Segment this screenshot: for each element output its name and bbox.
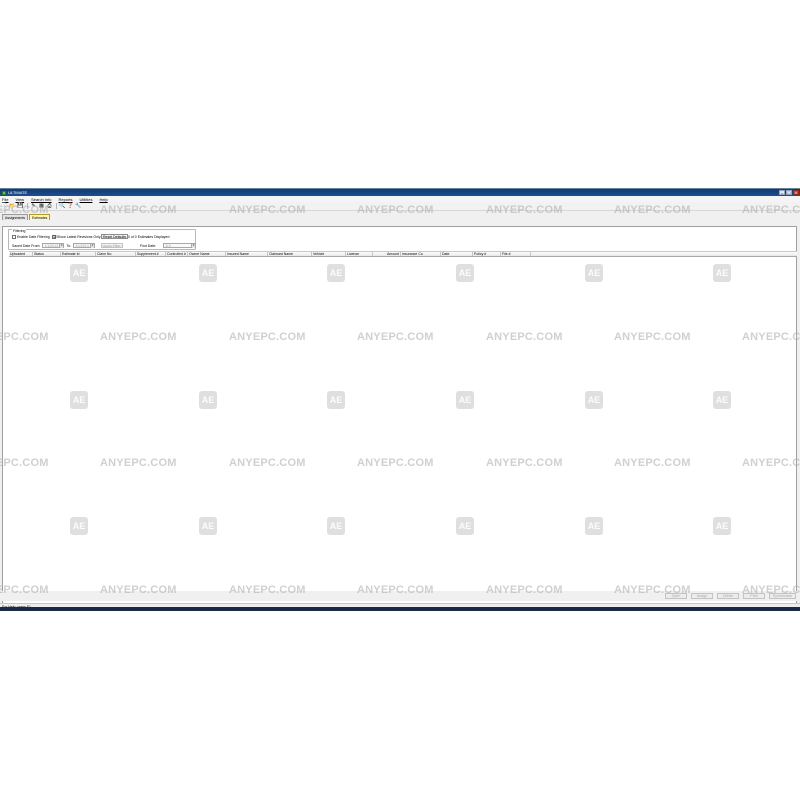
save-icon[interactable]: 💾 <box>17 203 24 209</box>
column-header[interactable]: Insured Name <box>226 252 268 256</box>
column-header-filler <box>531 252 797 256</box>
saved-date-from-label: Saved Date From: <box>12 243 41 248</box>
calculator-icon[interactable]: ▦ <box>38 203 45 209</box>
column-header[interactable]: License <box>346 252 373 256</box>
spinner-icon[interactable]: ▾ <box>191 243 196 248</box>
open-icon[interactable]: 📂 <box>9 203 16 209</box>
date-range-row: Saved Date From: 1/1/2013 ▾ To: 1/1/2013… <box>12 243 96 248</box>
window-title: ULTIMATE <box>8 190 28 195</box>
column-header[interactable]: Amount <box>373 252 401 256</box>
column-header[interactable]: Owner Name <box>188 252 226 256</box>
tools-icon[interactable]: 🔧 <box>75 203 82 209</box>
find-date-value: 1/1/ <box>165 243 171 248</box>
menu-file[interactable]: File <box>2 197 8 202</box>
toolbar: 📄 📂 💾 ✎ ▦ ⎙ 🔍 ❓ 🔧 <box>0 202 800 211</box>
enable-date-filter-checkbox[interactable] <box>12 235 16 239</box>
column-header[interactable]: File # <box>501 252 531 256</box>
column-header[interactable]: Claim No <box>96 252 136 256</box>
footer-button-bar: Open Assign Delete Print Synchronize <box>0 591 800 601</box>
show-latest-checkbox[interactable]: ☑ <box>52 235 57 239</box>
menu-utilities[interactable]: Utilities <box>80 197 93 202</box>
saved-date-from-field[interactable]: 1/1/2013 ▾ <box>42 243 65 248</box>
estimate-count: 0 of 0 Estimates Displayed <box>128 235 170 239</box>
reset-row: Reset Defaults <box>101 234 128 239</box>
search-icon[interactable]: 🔍 <box>59 203 66 209</box>
maximize-button[interactable]: □ <box>786 190 792 195</box>
column-header[interactable]: Vehicle <box>312 252 346 256</box>
column-header[interactable]: Supplement # <box>136 252 166 256</box>
column-header[interactable]: Estimate Id <box>61 252 96 256</box>
enable-date-filter-label: Enable Date Filtering <box>17 235 50 239</box>
close-button[interactable]: × <box>793 190 799 195</box>
saved-date-to-field[interactable]: 1/1/2013 ▾ <box>73 243 96 248</box>
open-button[interactable]: Open <box>665 593 687 599</box>
enable-date-filter-row: Enable Date Filtering <box>12 235 50 239</box>
tab-strip: Assignments Estimates <box>0 213 800 220</box>
screen: ULTIMATE – □ × File View Search Info Rep… <box>0 0 800 800</box>
count-row: 0 of 0 Estimates Displayed <box>128 235 169 239</box>
filter-legend: Filtering <box>12 229 27 233</box>
toolbar-separator <box>27 203 28 209</box>
help-icon[interactable]: ❓ <box>67 203 74 209</box>
print-icon[interactable]: ⎙ <box>46 203 53 209</box>
synchronize-button[interactable]: Synchronize <box>769 593 796 599</box>
delete-button[interactable]: Delete <box>717 593 739 599</box>
column-header[interactable]: Insurance Co <box>401 252 441 256</box>
column-header[interactable]: Uploaded <box>9 252 33 256</box>
tab-assignments[interactable]: Assignments <box>2 214 29 220</box>
bottom-strip <box>0 607 800 611</box>
apply-filter-button[interactable]: Apply Filter <box>101 243 123 248</box>
edit-icon[interactable]: ✎ <box>30 203 37 209</box>
estimates-panel: Filtering Enable Date Filtering ☑ Show L… <box>2 226 797 606</box>
menu-search-info[interactable]: Search Info <box>31 197 51 202</box>
app-window: ULTIMATE – □ × File View Search Info Rep… <box>0 188 800 611</box>
show-latest-label: Show Latest Revisions Only <box>57 235 101 239</box>
column-header[interactable]: Controlled # <box>166 252 188 256</box>
tab-estimates[interactable]: Estimates <box>29 214 51 220</box>
column-header[interactable]: Policy # <box>473 252 501 256</box>
print-button[interactable]: Print <box>743 593 765 599</box>
column-header[interactable]: Date <box>441 252 473 256</box>
assign-button[interactable]: Assign <box>691 593 713 599</box>
find-date-field[interactable]: 1/1/ ▾ <box>163 243 197 248</box>
app-icon <box>2 190 6 195</box>
menu-reports[interactable]: Reports <box>59 197 73 202</box>
toolbar-separator <box>56 203 57 209</box>
calendar-dropdown-icon[interactable]: ▾ <box>59 243 64 248</box>
column-header[interactable]: Claimant Name <box>268 252 312 256</box>
reset-defaults-button[interactable]: Reset Defaults <box>101 234 128 239</box>
menu-view[interactable]: View <box>15 197 24 202</box>
filter-group: Filtering Enable Date Filtering ☑ Show L… <box>8 229 197 250</box>
column-header[interactable]: Status <box>33 252 61 256</box>
calendar-dropdown-icon[interactable]: ▾ <box>90 243 95 248</box>
saved-date-from-value: 1/1/2013 <box>44 243 59 248</box>
minimize-button[interactable]: – <box>779 190 785 195</box>
apply-row: Apply Filter <box>101 243 123 248</box>
show-latest-row: ☑ Show Latest Revisions Only <box>52 235 101 239</box>
find-date-row: Find Date: 1/1/ ▾ <box>140 243 197 248</box>
find-date-label: Find Date: <box>140 243 157 248</box>
menu-help[interactable]: Help <box>99 197 107 202</box>
estimates-grid-header: Uploaded Status Estimate Id Claim No Sup… <box>9 251 797 257</box>
saved-date-to-value: 1/1/2013 <box>75 243 89 248</box>
title-bar[interactable]: ULTIMATE – □ × <box>0 189 800 196</box>
new-icon[interactable]: 📄 <box>1 203 8 209</box>
to-label: To: <box>66 243 72 248</box>
